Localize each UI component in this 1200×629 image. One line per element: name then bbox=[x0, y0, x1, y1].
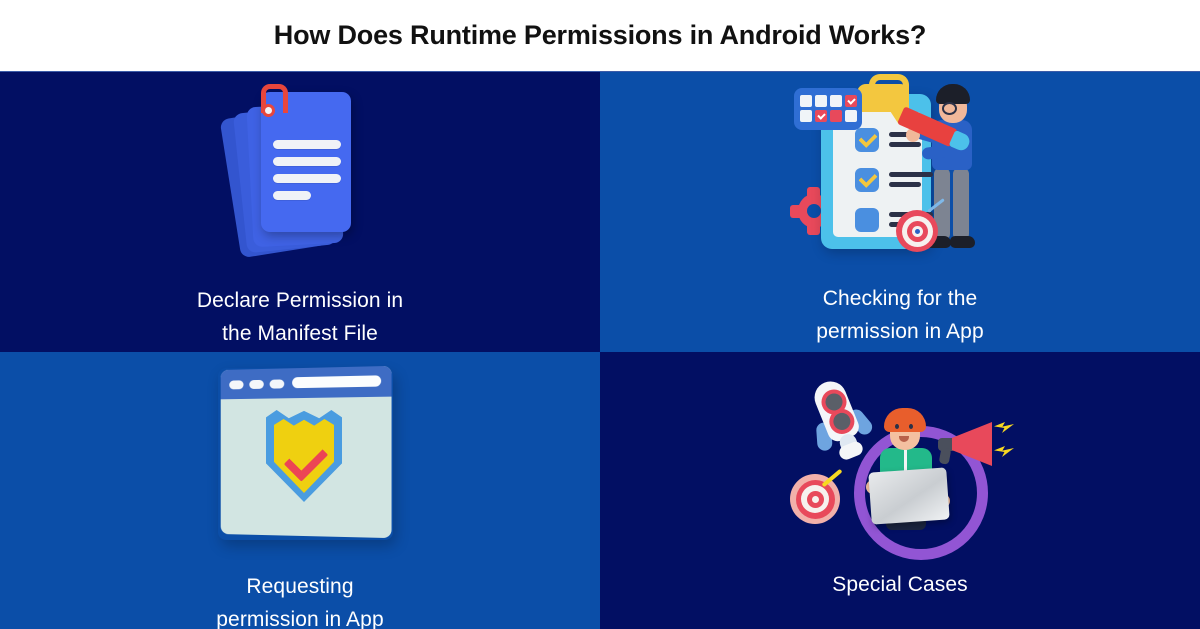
lightning-bolt-icon bbox=[994, 446, 1014, 457]
step-card-declare-permission[interactable]: Declare Permission in the Manifest File bbox=[0, 72, 600, 352]
document-text-line bbox=[273, 157, 341, 166]
browser-url-bar[interactable] bbox=[292, 375, 382, 389]
step-card-checking-permission[interactable]: Checking for the permission in App bbox=[600, 72, 1200, 352]
checkbox-checked[interactable] bbox=[855, 128, 879, 152]
paperclip-hole bbox=[262, 104, 275, 117]
steps-grid: Declare Permission in the Manifest File bbox=[0, 71, 1200, 629]
checklist-text-line bbox=[889, 182, 921, 187]
step-card-caption: Special Cases bbox=[832, 568, 968, 601]
megaphone-icon bbox=[936, 422, 1014, 470]
stacked-documents-icon bbox=[200, 84, 400, 264]
laptop-icon bbox=[868, 467, 950, 525]
step-card-caption: Requesting permission in App bbox=[216, 570, 383, 629]
document-text-line bbox=[273, 191, 312, 200]
paperclip-icon bbox=[259, 84, 288, 126]
caption-line-1: Special Cases bbox=[832, 573, 968, 596]
calendar-icon bbox=[794, 88, 862, 130]
document-text-lines bbox=[273, 140, 341, 208]
caption-line-2: the Manifest File bbox=[222, 322, 378, 345]
browser-title-bar bbox=[220, 365, 392, 400]
step-card-special-cases[interactable]: Special Cases bbox=[600, 352, 1200, 629]
document-text-line bbox=[273, 174, 341, 183]
step-card-requesting-permission[interactable]: Requesting permission in App bbox=[0, 352, 600, 629]
clipboard-checklist-person-icon bbox=[790, 74, 1000, 266]
rocket-laptop-megaphone-icon bbox=[790, 374, 1014, 560]
caption-line-1: Requesting bbox=[246, 575, 354, 598]
caption-line-1: Declare Permission in bbox=[196, 289, 404, 312]
target-icon bbox=[896, 198, 945, 252]
page-title: How Does Runtime Permissions in Android … bbox=[273, 20, 927, 50]
dart-icon bbox=[821, 468, 843, 488]
caption-line-2: permission in App bbox=[216, 608, 384, 629]
step-card-caption: Declare Permission in the Manifest File bbox=[197, 284, 403, 350]
browser-dot bbox=[249, 379, 264, 390]
infographic-page: How Does Runtime Permissions in Android … bbox=[0, 0, 1200, 629]
header-bar: How Does Runtime Permissions in Android … bbox=[0, 0, 1200, 71]
checkbox-checked[interactable] bbox=[855, 168, 879, 192]
target-icon bbox=[790, 468, 843, 524]
browser-dot bbox=[269, 379, 285, 389]
document-text-line bbox=[273, 140, 341, 149]
browser-shield-check-icon bbox=[200, 365, 400, 546]
caption-line-1: Checking for the bbox=[822, 287, 978, 310]
step-card-caption: Checking for the permission in App bbox=[816, 282, 983, 348]
checkbox-unchecked[interactable] bbox=[855, 208, 879, 232]
caption-line-2: permission in App bbox=[816, 320, 984, 343]
checklist-text-line bbox=[889, 142, 921, 147]
lightning-bolt-icon bbox=[994, 422, 1014, 433]
shield-check-icon bbox=[266, 410, 342, 502]
browser-dot bbox=[229, 380, 244, 390]
